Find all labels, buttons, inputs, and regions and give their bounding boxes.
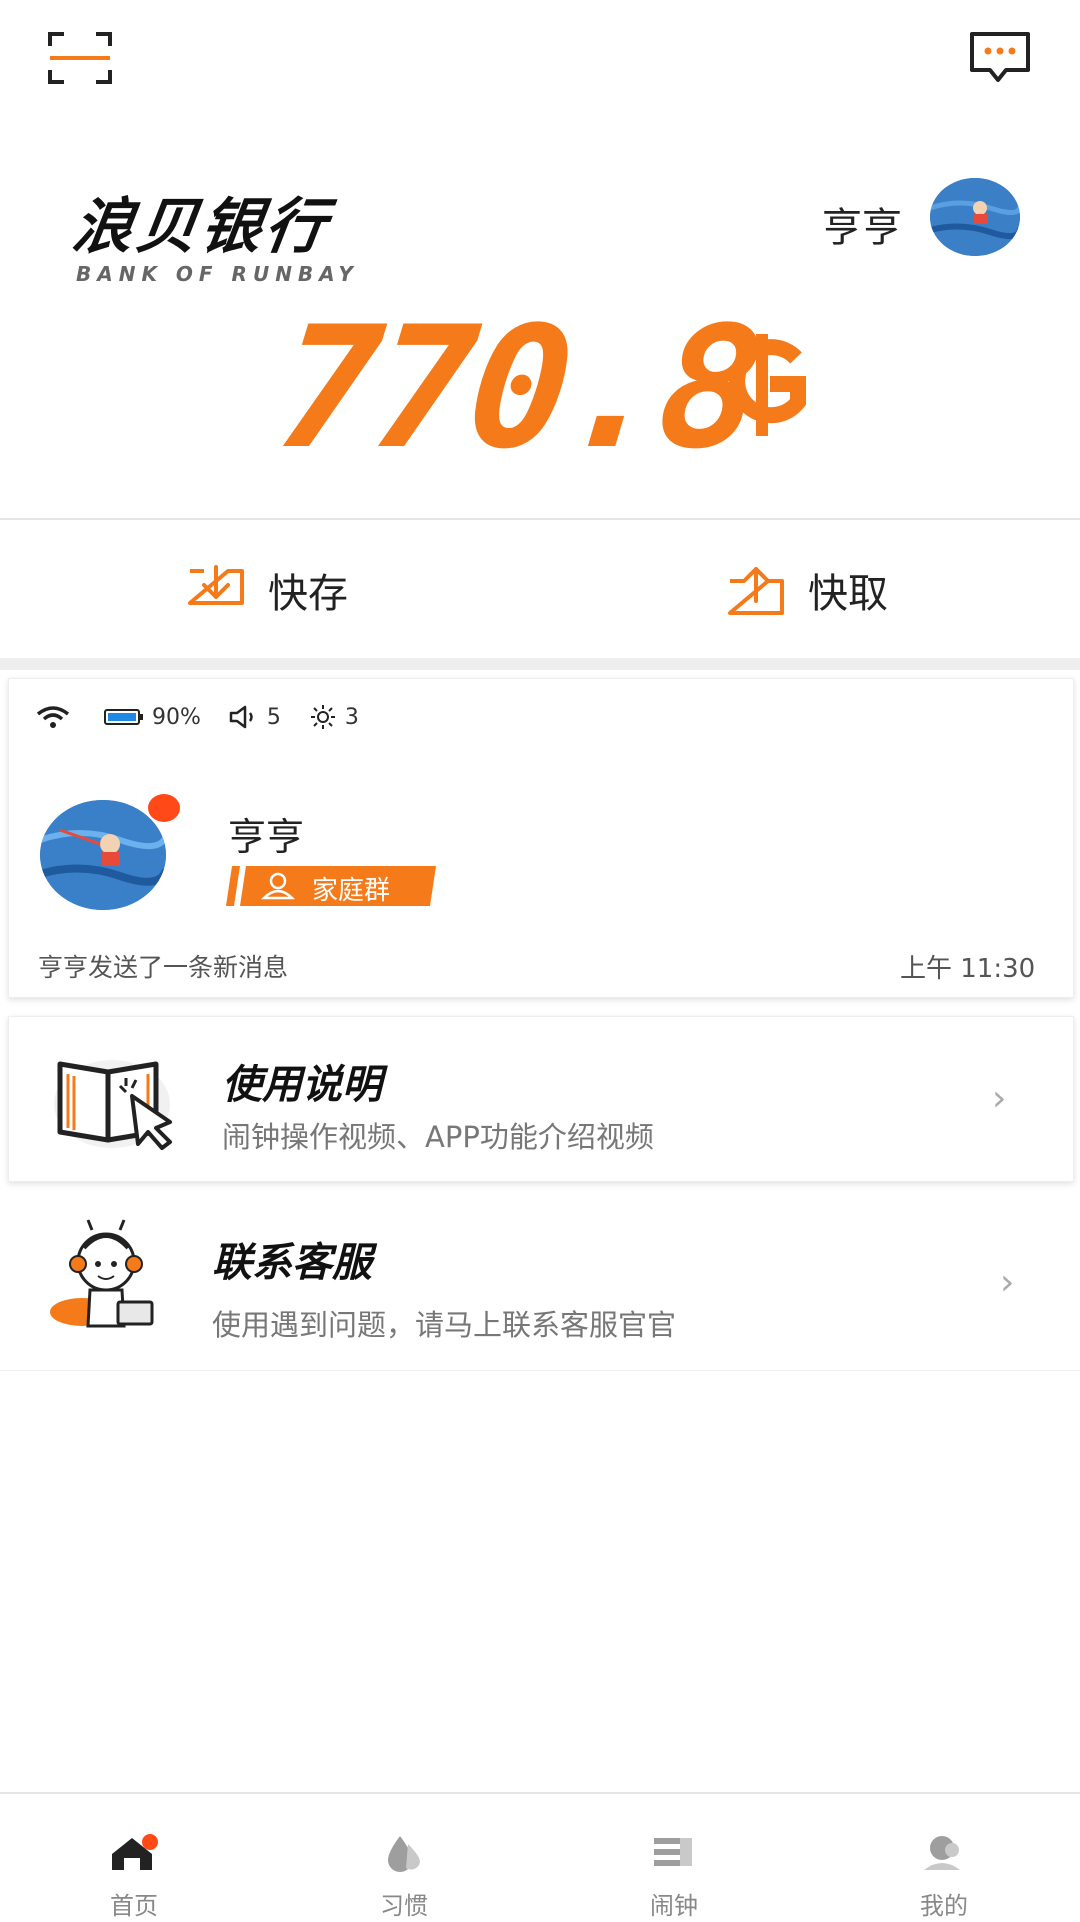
section-separator [0,658,1080,670]
nav-label-alarm: 闹钟 [650,1892,698,1920]
volume-icon [229,705,253,729]
battery-level: 90% [152,704,201,730]
nav-item-alarm[interactable]: 闹钟 [614,1832,734,1921]
volume-level: 5 [266,704,281,730]
home-icon [112,1834,158,1870]
service-title: 联系客服 [212,1240,372,1286]
avatar[interactable] [930,178,1020,256]
chevron-right-icon: › [992,1078,1007,1119]
book-cursor-icon [52,1044,182,1152]
service-description: 使用遇到问题，请马上联系客服官官 [212,1308,677,1342]
family-group-tag: 家庭群 [226,866,436,906]
chat-icon[interactable] [968,30,1032,86]
download-tray-icon [188,565,244,605]
withdraw-button[interactable]: 快取 [726,560,888,620]
message-time: 上午 11:30 [900,954,1036,984]
brand-title: 浪贝银行 [68,192,335,262]
brightness-icon [310,705,335,729]
battery-icon [104,709,143,725]
guide-title: 使用说明 [222,1062,382,1108]
coin-g-icon [718,330,814,440]
profile-icon [924,1836,960,1870]
divider [0,518,1080,520]
alarm-list-icon [654,1838,692,1866]
sender-name: 亨亨 [228,815,305,859]
guide-description: 闹钟操作视频、APP功能介绍视频 [222,1120,654,1154]
wifi-icon [36,706,70,728]
deposit-button[interactable]: 快存 [186,560,348,620]
nav-label-habit: 习惯 [380,1892,428,1920]
nav-label-me: 我的 [920,1892,968,1920]
nav-item-me[interactable]: 我的 [884,1832,1004,1921]
divider [0,1370,1080,1371]
user-name: 亨亨 [822,205,902,251]
customer-service-mascot-icon [48,1218,164,1340]
drop-icon [388,1836,420,1872]
deposit-label: 快存 [268,571,348,617]
sender-avatar[interactable] [40,800,166,910]
device-status-row: 90% 5 3 [36,700,387,734]
balance-value: 770.8 [269,290,767,486]
brightness-level: 3 [344,704,359,730]
withdraw-label: 快取 [808,571,888,617]
nav-item-home[interactable]: 首页 [74,1832,194,1921]
family-group-label: 家庭群 [312,876,391,906]
brand-subtitle: BANK OF RUNBAY [76,262,359,286]
nav-item-habit[interactable]: 习惯 [344,1832,464,1921]
message-preview: 亨亨发送了一条新消息 [38,953,289,982]
chevron-right-icon[interactable]: › [1000,1262,1014,1303]
scan-icon[interactable] [48,30,112,86]
upload-tray-icon [728,567,784,615]
unread-badge [148,794,180,822]
nav-label-home: 首页 [110,1892,158,1920]
